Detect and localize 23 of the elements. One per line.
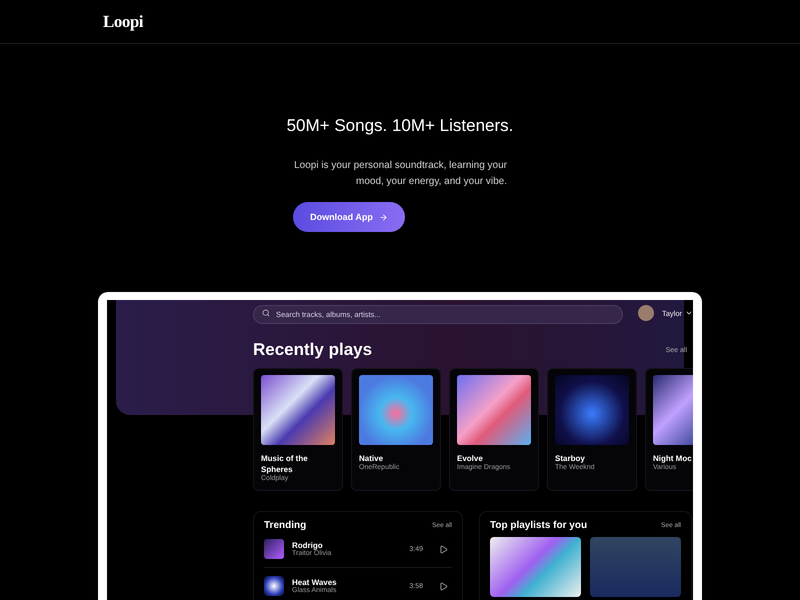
track-thumbnail <box>264 576 284 596</box>
play-button[interactable] <box>439 582 448 590</box>
section-title: Recently plays <box>253 340 372 360</box>
panel-title: Trending <box>264 520 306 531</box>
hero-title: 50M+ Songs. 10M+ Listeners. <box>286 116 514 136</box>
album-title: Night Moc <box>653 453 693 464</box>
hero-description: Loopi is your personal soundtrack, learning your mood, your energy, and your vibe. <box>293 159 507 189</box>
album-art <box>653 375 693 445</box>
album-title: Evolve <box>457 453 484 464</box>
download-button[interactable]: Download App <box>293 202 405 232</box>
chevron-down-icon <box>685 309 693 317</box>
album-title: Music of the Spheres <box>261 453 309 474</box>
album-title: Starboy <box>555 453 586 464</box>
search-icon <box>262 308 270 316</box>
arrow-right-icon <box>378 212 388 222</box>
album-title: Native <box>359 453 384 464</box>
track-thumbnail <box>264 539 284 559</box>
panel-title: Top playlists for you <box>490 520 588 531</box>
play-button[interactable] <box>439 544 448 554</box>
playlist-cover[interactable] <box>490 537 581 597</box>
track-title: Heat Waves <box>292 578 338 587</box>
track-title: Rodrigo <box>292 541 323 550</box>
logo[interactable]: Loopi <box>103 12 144 32</box>
